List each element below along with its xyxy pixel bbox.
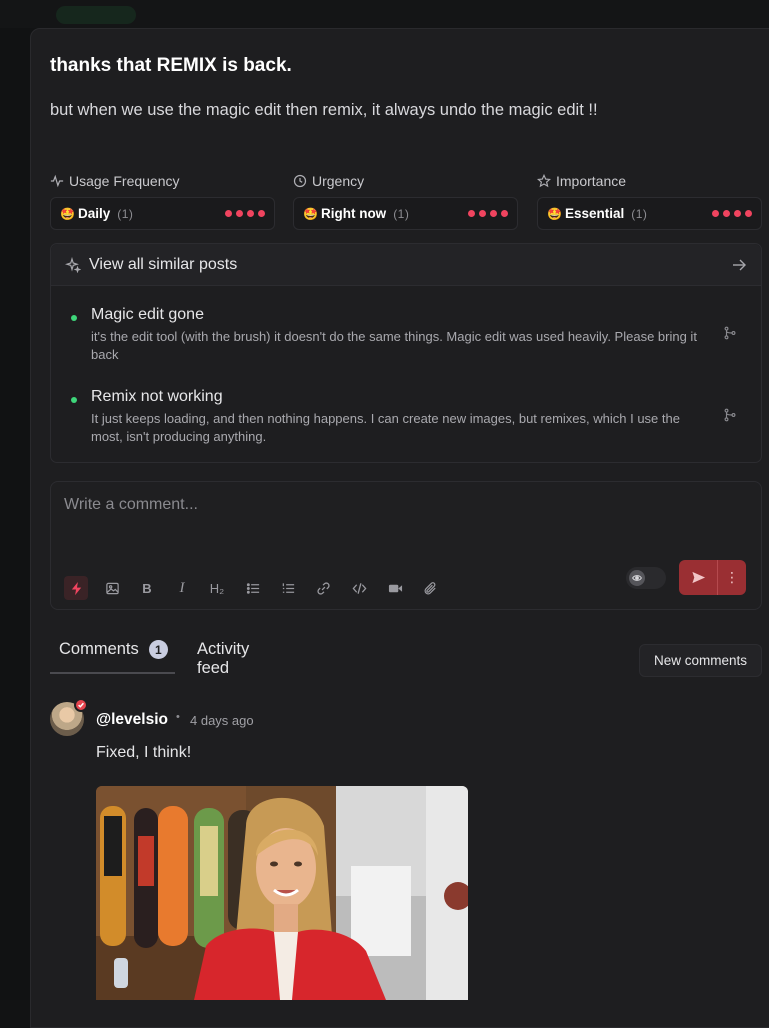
lightning-icon: [71, 581, 81, 595]
eye-icon: [632, 575, 642, 581]
starstruck-emoji-icon: 🤩: [303, 206, 318, 221]
meta-label-text: Urgency: [312, 173, 365, 189]
activity-icon: [50, 174, 64, 188]
video-icon: [388, 584, 402, 592]
heading-icon: H₂: [209, 580, 225, 596]
rating-dots: [468, 210, 508, 217]
bold-button[interactable]: B: [135, 576, 159, 600]
more-vertical-icon: ⋮: [725, 569, 739, 585]
insert-video-button[interactable]: [383, 576, 407, 600]
send-button-group: ⋮: [679, 560, 746, 595]
importance-vote[interactable]: 🤩 Essential (1): [537, 197, 762, 230]
meta-count: (1): [393, 206, 410, 221]
top-strip: [0, 0, 769, 28]
attach-file-button[interactable]: [418, 576, 442, 600]
similar-posts-card: View all similar posts Magic edit gone i…: [50, 243, 762, 463]
meta-value: Daily: [77, 206, 111, 221]
urgency-vote[interactable]: 🤩 Right now (1): [293, 197, 518, 230]
comment-author[interactable]: @levelsio: [96, 711, 168, 729]
meta-count: (1): [631, 206, 648, 221]
bold-icon: B: [142, 580, 152, 596]
ai-lightning-button[interactable]: [64, 576, 88, 600]
portrait-photo: [96, 786, 468, 1000]
view-all-similar-posts[interactable]: View all similar posts: [51, 244, 761, 286]
image-icon: [105, 582, 119, 594]
rating-dots: [225, 210, 265, 217]
comment-input[interactable]: [64, 493, 604, 517]
send-icon: [691, 571, 705, 584]
merge-branch-icon[interactable]: [723, 408, 737, 422]
status-dot: [71, 397, 77, 403]
comments-count-badge: 1: [148, 640, 168, 659]
insert-link-button[interactable]: [311, 576, 335, 600]
post-title: thanks that REMIX is back.: [50, 55, 292, 76]
meta-label-text: Importance: [556, 173, 627, 189]
starstruck-emoji-icon: 🤩: [60, 206, 75, 221]
star-icon: [537, 174, 551, 188]
meta-value: Essential: [564, 206, 625, 221]
similar-post-title[interactable]: Magic edit gone: [91, 306, 204, 324]
comment-attached-image[interactable]: [96, 786, 468, 1000]
starstruck-emoji-icon: 🤩: [547, 206, 562, 221]
numbered-list-button[interactable]: [276, 576, 300, 600]
comment-timestamp: 4 days ago: [190, 713, 254, 728]
clock-icon: [293, 174, 307, 188]
status-pill: [56, 6, 136, 24]
tab-activity-feed[interactable]: Activity feed: [197, 640, 249, 678]
meta-urgency: Urgency 🤩 Right now (1): [293, 172, 518, 230]
usage-frequency-vote[interactable]: 🤩 Daily (1): [50, 197, 275, 230]
bullet-list-button[interactable]: [241, 576, 265, 600]
code-button[interactable]: [347, 576, 371, 600]
new-comments-button[interactable]: New comments: [639, 644, 762, 677]
comment-text: Fixed, I think!: [96, 744, 192, 761]
private-comment-toggle[interactable]: [626, 567, 666, 589]
post-body: but when we use the magic edit then remi…: [50, 101, 598, 119]
arrow-right-icon[interactable]: [731, 257, 747, 273]
link-icon: [316, 581, 330, 595]
status-dot: [71, 315, 77, 321]
meta-value: Right now: [320, 206, 387, 221]
merge-branch-icon[interactable]: [723, 326, 737, 340]
rating-dots: [712, 210, 752, 217]
italic-icon: I: [179, 579, 185, 596]
tab-comments[interactable]: Comments 1: [50, 640, 175, 674]
meta-importance: Importance 🤩 Essential (1): [537, 172, 762, 230]
similar-post-desc: It just keeps loading, and then nothing …: [91, 411, 680, 444]
separator-dot: •: [176, 711, 180, 723]
insert-image-button[interactable]: [100, 576, 124, 600]
left-gutter: [0, 0, 30, 1000]
meta-usage-frequency: Usage Frequency 🤩 Daily (1): [50, 172, 275, 230]
verified-badge-icon: [74, 698, 88, 712]
numbered-list-icon: [282, 582, 294, 593]
sparkles-icon: [65, 256, 81, 273]
send-options-button[interactable]: ⋮: [717, 560, 746, 595]
similar-post-title[interactable]: Remix not working: [91, 388, 223, 406]
heading-button[interactable]: H₂: [205, 576, 229, 600]
attachment-icon: [424, 581, 436, 594]
comment-composer: B I H₂ ⋮: [50, 481, 762, 610]
meta-count: (1): [117, 206, 134, 221]
similar-post-desc: it's the edit tool (with the brush) it d…: [91, 329, 697, 362]
tab-comments-label: Comments: [59, 640, 139, 658]
meta-label-text: Usage Frequency: [69, 173, 180, 189]
bullet-list-icon: [246, 582, 259, 594]
send-button[interactable]: [679, 560, 717, 595]
code-icon: [352, 582, 366, 594]
similar-posts-title: View all similar posts: [89, 255, 238, 273]
italic-button[interactable]: I: [170, 576, 194, 600]
